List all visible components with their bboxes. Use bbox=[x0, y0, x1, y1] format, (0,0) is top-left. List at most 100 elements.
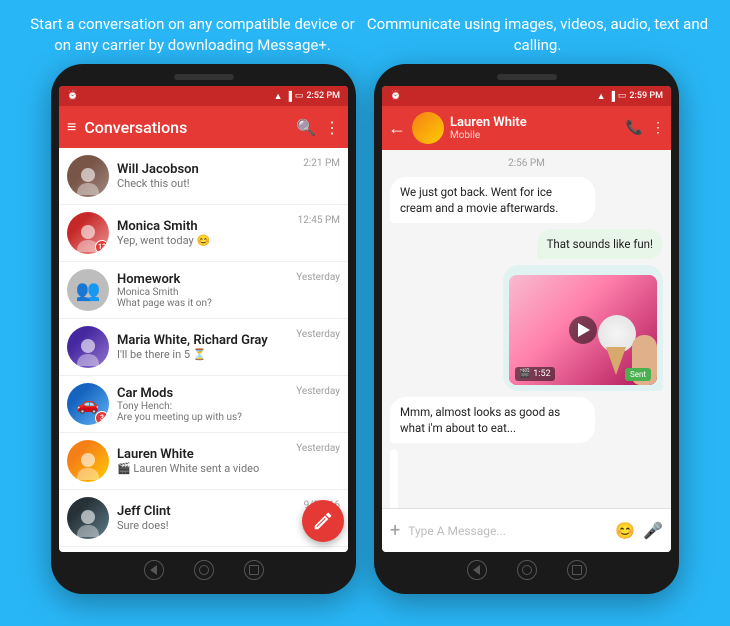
contact-name: Car Mods bbox=[117, 386, 288, 401]
time-display-right: 2:59 PM bbox=[629, 91, 663, 101]
chat-contact-info: Lauren White Mobile bbox=[450, 115, 620, 141]
header-left-text: Start a conversation on any compatible d… bbox=[20, 14, 365, 56]
app-bar-title: Conversations bbox=[84, 118, 288, 137]
left-phone: ⏰ ▲ ▐ ▭ 2:52 PM ≡ Conversations 🔍 ⋮ bbox=[51, 64, 356, 594]
right-phone: ⏰ ▲ ▐ ▭ 2:59 PM ← Lauren White Mobile bbox=[374, 64, 679, 594]
video-bubble: 🎬 1:52 Sent bbox=[503, 265, 663, 391]
video-message-wrap: 🎬 1:52 Sent bbox=[390, 265, 663, 391]
recents-square-icon bbox=[572, 565, 582, 575]
phone-speaker-right bbox=[497, 74, 557, 80]
list-item[interactable]: 👥 Homework Monica SmithWhat page was it … bbox=[59, 262, 348, 319]
received-bubble: Mmm, almost looks as good as what i'm ab… bbox=[390, 397, 595, 443]
list-item[interactable]: Will Jacobson Check this out! 2:21 PM bbox=[59, 148, 348, 205]
back-triangle-icon bbox=[473, 565, 480, 575]
unread-badge: 13 bbox=[95, 240, 109, 254]
message-preview: 🎬 Lauren White sent a video bbox=[117, 462, 288, 475]
chat-action-icons: 📞 ⋮ bbox=[626, 120, 665, 136]
unread-badge: 3 bbox=[95, 411, 109, 425]
message-time: Yesterday bbox=[296, 269, 340, 283]
avatar bbox=[67, 497, 109, 539]
back-nav-button[interactable] bbox=[144, 560, 164, 580]
header-right-text: Communicate using images, videos, audio,… bbox=[365, 14, 710, 56]
image-bubble bbox=[390, 449, 398, 508]
emoji-picker-icon[interactable]: 😊 bbox=[615, 521, 635, 540]
avatar bbox=[67, 326, 109, 368]
chat-more-icon[interactable]: ⋮ bbox=[651, 120, 665, 136]
contact-name: Lauren White bbox=[450, 115, 620, 130]
sent-bubble: That sounds like fun! bbox=[537, 229, 663, 259]
list-item[interactable]: 13 Monica Smith Yep, went today 😊 12:45 … bbox=[59, 205, 348, 262]
message-bubble-wrap: That sounds like fun! bbox=[390, 229, 663, 259]
search-icon[interactable]: 🔍 bbox=[296, 118, 316, 137]
play-triangle-icon bbox=[578, 323, 590, 337]
phone-nav-left bbox=[59, 552, 348, 584]
wifi-icon: ▲ bbox=[274, 91, 283, 102]
recents-nav-button-right[interactable] bbox=[567, 560, 587, 580]
contact-name: Homework bbox=[117, 272, 288, 287]
home-nav-button-right[interactable] bbox=[517, 560, 537, 580]
message-time: Yesterday bbox=[296, 383, 340, 397]
message-preview: Sure does! bbox=[117, 519, 296, 532]
phones-row: ⏰ ▲ ▐ ▭ 2:52 PM ≡ Conversations 🔍 ⋮ bbox=[33, 64, 697, 626]
voice-mic-icon[interactable]: 🎤 bbox=[643, 521, 663, 540]
message-bubble-wrap: Mmm, almost looks as good as what i'm ab… bbox=[390, 397, 663, 443]
contact-name: Lauren White bbox=[117, 447, 288, 462]
message-time: Yesterday bbox=[296, 326, 340, 340]
message-time: 2:21 PM bbox=[303, 155, 340, 169]
conversation-list: Will Jacobson Check this out! 2:21 PM 13 bbox=[59, 148, 348, 552]
message-bubble-wrap: We just got back. Went for ice cream and… bbox=[390, 177, 663, 223]
back-nav-button-right[interactable] bbox=[467, 560, 487, 580]
message-preview: Tony Hench:Are you meeting up with us? bbox=[117, 401, 288, 423]
video-thumbnail[interactable]: 🎬 1:52 Sent bbox=[509, 275, 657, 385]
more-options-icon[interactable]: ⋮ bbox=[324, 118, 340, 137]
message-time: Yesterday bbox=[296, 440, 340, 454]
received-bubble: We just got back. Went for ice cream and… bbox=[390, 177, 595, 223]
play-button[interactable] bbox=[569, 316, 597, 344]
back-triangle-icon bbox=[150, 565, 157, 575]
recents-square-icon bbox=[249, 565, 259, 575]
recents-nav-button[interactable] bbox=[244, 560, 264, 580]
call-icon[interactable]: 📞 bbox=[626, 120, 643, 136]
group-car-icon: 🚗 bbox=[77, 394, 99, 415]
add-attachment-icon[interactable]: + bbox=[390, 520, 400, 541]
list-item[interactable]: 🚗 3 Car Mods Tony Hench:Are you meeting … bbox=[59, 376, 348, 433]
battery-icon: ▭ bbox=[295, 91, 304, 101]
left-phone-screen: ⏰ ▲ ▐ ▭ 2:52 PM ≡ Conversations 🔍 ⋮ bbox=[59, 86, 348, 552]
list-item[interactable]: Lauren White 🎬 Lauren White sent a video… bbox=[59, 433, 348, 490]
compose-fab[interactable] bbox=[302, 500, 344, 542]
message-preview: Yep, went today 😊 bbox=[117, 234, 290, 247]
avatar: 13 bbox=[67, 212, 109, 254]
list-item[interactable]: Maria White, Richard Gray I'll be there … bbox=[59, 319, 348, 376]
signal-icon: ▐ bbox=[286, 91, 292, 102]
avatar: 👥 bbox=[67, 269, 109, 311]
header-texts: Start a conversation on any compatible d… bbox=[0, 0, 730, 64]
message-preview: I'll be there in 5 ⏳ bbox=[117, 348, 288, 361]
video-duration: 🎬 1:52 bbox=[515, 367, 555, 382]
chat-contact-avatar bbox=[412, 112, 444, 144]
avatar bbox=[67, 155, 109, 197]
home-nav-button[interactable] bbox=[194, 560, 214, 580]
right-phone-screen: ⏰ ▲ ▐ ▭ 2:59 PM ← Lauren White Mobile bbox=[382, 86, 671, 552]
conversations-app-bar: ≡ Conversations 🔍 ⋮ bbox=[59, 106, 348, 148]
hamburger-menu-icon[interactable]: ≡ bbox=[67, 117, 76, 137]
phone-speaker-left bbox=[174, 74, 234, 80]
group-icon: 👥 bbox=[76, 278, 101, 302]
chat-app-bar: ← Lauren White Mobile 📞 ⋮ bbox=[382, 106, 671, 150]
home-circle-icon bbox=[199, 565, 209, 575]
back-button[interactable]: ← bbox=[388, 118, 406, 139]
message-input[interactable]: Type A Message... bbox=[408, 524, 607, 538]
icecream-cone bbox=[606, 347, 626, 375]
status-bar-right: ⏰ ▲ ▐ ▭ 2:59 PM bbox=[382, 86, 671, 106]
sent-label: Sent bbox=[625, 368, 651, 381]
contact-name: Jeff Clint bbox=[117, 504, 296, 519]
edit-icon bbox=[312, 510, 334, 532]
contact-name: Will Jacobson bbox=[117, 162, 295, 177]
time-display-left: 2:52 PM bbox=[306, 91, 340, 101]
message-preview: Check this out! bbox=[117, 177, 295, 190]
wifi-icon-right: ▲ bbox=[597, 91, 606, 102]
battery-icon-right: ▭ bbox=[618, 91, 627, 101]
image-message-wrap bbox=[390, 449, 663, 508]
alarm-icon: ⏰ bbox=[67, 91, 78, 101]
contact-name: Monica Smith bbox=[117, 219, 290, 234]
alarm-icon-right: ⏰ bbox=[390, 91, 401, 101]
